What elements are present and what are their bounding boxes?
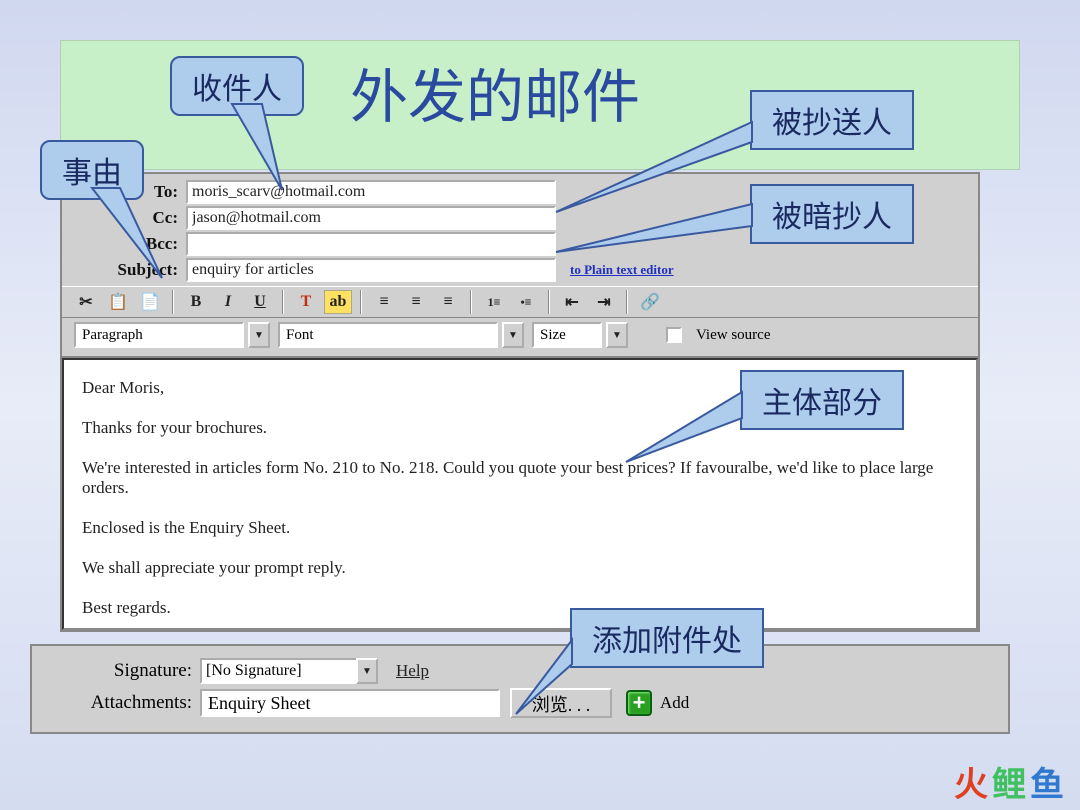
size-select[interactable]	[532, 322, 602, 348]
callout-reason: 事由	[40, 140, 144, 200]
subject-input[interactable]	[186, 258, 556, 282]
signature-select[interactable]	[200, 658, 360, 684]
separator	[282, 290, 284, 314]
bcc-input[interactable]	[186, 232, 556, 256]
callout-bcc: 被暗抄人	[750, 184, 914, 244]
separator	[470, 290, 472, 314]
add-label: Add	[660, 693, 689, 713]
align-left-icon[interactable]: ≡	[370, 290, 398, 314]
callout-text: 被抄送人	[772, 98, 892, 142]
font-select[interactable]	[278, 322, 498, 348]
dropdown-icon[interactable]: ▼	[356, 658, 378, 684]
paragraph-select[interactable]	[74, 322, 244, 348]
help-link[interactable]: Help	[396, 661, 429, 681]
view-source-label: View source	[696, 327, 771, 344]
dropdown-icon[interactable]: ▼	[502, 322, 524, 348]
paste-icon[interactable]: 📄	[136, 290, 164, 314]
outdent-icon[interactable]: ⇤	[558, 290, 586, 314]
callout-text: 收件人	[192, 64, 282, 108]
callout-text: 被暗抄人	[772, 192, 892, 236]
font-color-icon[interactable]: T	[292, 290, 320, 314]
callout-recipient: 收件人	[170, 56, 304, 116]
separator	[172, 290, 174, 314]
view-source-checkbox[interactable]	[666, 327, 682, 343]
callout-cc: 被抄送人	[750, 90, 914, 150]
attachments-label: Attachments:	[40, 692, 200, 714]
add-icon[interactable]: +	[626, 690, 652, 716]
cut-icon[interactable]: ✂	[72, 290, 100, 314]
copy-icon[interactable]: 📋	[104, 290, 132, 314]
separator	[548, 290, 550, 314]
separator	[626, 290, 628, 314]
ordered-list-icon[interactable]: 1≡	[480, 290, 508, 314]
link-icon[interactable]: 🔗	[636, 290, 664, 314]
underline-button[interactable]: U	[246, 290, 274, 314]
cc-input[interactable]	[186, 206, 556, 230]
highlight-icon[interactable]: ab	[324, 290, 352, 314]
formatting-toolbar: ✂ 📋 📄 B I U T ab ≡ ≡ ≡ 1≡ •≡ ⇤ ⇥ 🔗	[62, 286, 978, 318]
callout-text: 事由	[62, 148, 122, 192]
italic-button[interactable]: I	[214, 290, 242, 314]
attachment-input[interactable]	[200, 689, 500, 717]
callout-attachment: 添加附件处	[570, 608, 764, 668]
selector-row: ▼ ▼ ▼ View source	[62, 318, 978, 358]
plain-text-link[interactable]: to Plain text editor	[570, 262, 674, 278]
bold-button[interactable]: B	[182, 290, 210, 314]
callout-text: 添加附件处	[592, 616, 742, 660]
separator	[360, 290, 362, 314]
watermark: 火鲤鱼	[954, 757, 1068, 806]
dropdown-icon[interactable]: ▼	[606, 322, 628, 348]
callout-body: 主体部分	[740, 370, 904, 430]
align-center-icon[interactable]: ≡	[402, 290, 430, 314]
signature-label: Signature:	[40, 660, 200, 682]
align-right-icon[interactable]: ≡	[434, 290, 462, 314]
callout-text: 主体部分	[762, 378, 882, 422]
unordered-list-icon[interactable]: •≡	[512, 290, 540, 314]
indent-icon[interactable]: ⇥	[590, 290, 618, 314]
dropdown-icon[interactable]: ▼	[248, 322, 270, 348]
